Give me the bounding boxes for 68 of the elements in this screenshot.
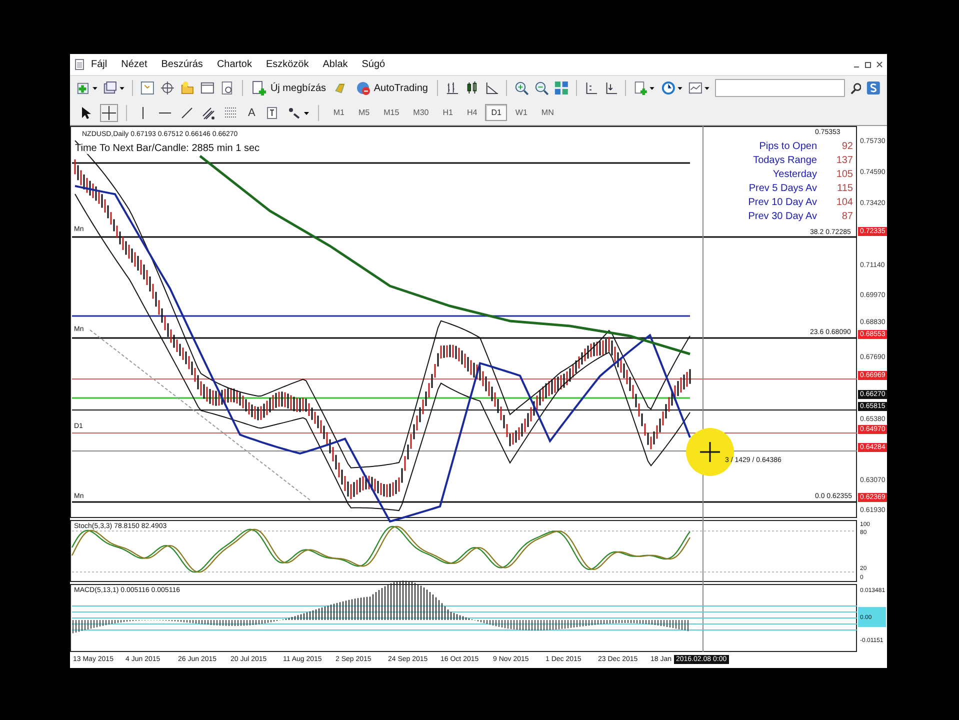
menu-item[interactable]: Ablak: [322, 59, 348, 70]
chart-shift-icon[interactable]: [584, 80, 599, 96]
timeframe-button[interactable]: W1: [509, 104, 534, 121]
stat-label: Prev 10 Day Av: [748, 196, 817, 209]
level-line[interactable]: [72, 236, 857, 238]
timeframe-button[interactable]: D1: [485, 104, 508, 121]
menu-item[interactable]: Nézet: [121, 59, 148, 70]
autoscroll-icon[interactable]: [604, 80, 618, 96]
market-watch-icon[interactable]: [140, 80, 156, 96]
level-line[interactable]: [72, 397, 690, 399]
stat-value: 137: [835, 154, 853, 167]
tile-windows-icon[interactable]: [554, 80, 569, 96]
stat-label: Prev 5 Days Av: [748, 182, 817, 195]
navigator-icon[interactable]: [160, 80, 176, 96]
timeframe-button[interactable]: H4: [460, 104, 484, 121]
stat-value: 115: [836, 182, 853, 195]
new-order-icon: [251, 80, 268, 96]
indicators-icon[interactable]: [633, 80, 656, 96]
templates-icon[interactable]: [688, 80, 710, 96]
search-icon[interactable]: [850, 82, 862, 94]
autotrading-button[interactable]: AutoTrading: [352, 79, 430, 97]
close-icon[interactable]: [876, 60, 883, 69]
text-tool[interactable]: A: [245, 106, 258, 118]
stat-label: Todays Range: [752, 154, 817, 167]
clock-icon[interactable]: [660, 80, 683, 96]
new-order-button[interactable]: Új megbízás: [249, 79, 328, 97]
new-chart-icon[interactable]: [76, 80, 98, 96]
stat-value: 87: [840, 210, 853, 223]
trendline[interactable]: [90, 330, 310, 500]
level-line[interactable]: [72, 501, 857, 503]
zoom-out-icon[interactable]: [534, 80, 549, 96]
stat-value: 105: [835, 168, 853, 181]
menu-item[interactable]: Beszúrás: [161, 59, 203, 70]
stat-label: Pips to Open: [758, 140, 817, 153]
timeframe-button[interactable]: MN: [535, 104, 560, 121]
timeframe-button[interactable]: M1: [327, 104, 350, 121]
timeframe-button[interactable]: M30: [407, 104, 435, 121]
stat-label: Prev 30 Day Av: [748, 210, 817, 223]
cursor-highlight: [686, 428, 734, 476]
autotrading-icon: [354, 80, 371, 96]
profiles-icon[interactable]: [103, 80, 126, 96]
timeframe-button[interactable]: M5: [352, 104, 376, 121]
restore-icon[interactable]: [864, 60, 872, 69]
level-line[interactable]: [72, 432, 858, 434]
level-line[interactable]: [72, 337, 857, 339]
menu-item[interactable]: Súgó: [362, 59, 386, 70]
trendline-icon[interactable]: [179, 104, 195, 120]
level-line[interactable]: [72, 450, 858, 452]
level-line[interactable]: [72, 162, 690, 164]
document-icon: [74, 58, 85, 71]
stat-label: Yesterday: [772, 168, 817, 181]
crosshair-icon[interactable]: [101, 104, 117, 120]
menu-item[interactable]: Fájl: [91, 59, 108, 70]
timeframe-button[interactable]: M15: [378, 104, 406, 121]
bar-chart-icon[interactable]: [444, 80, 460, 96]
search-field[interactable]: [715, 79, 846, 97]
timeframe-button[interactable]: H1: [436, 104, 459, 121]
stat-value: 92: [840, 140, 853, 153]
channel-icon[interactable]: [201, 104, 217, 120]
zoom-in-icon[interactable]: [514, 80, 530, 96]
countdown-timer: Time To Next Bar/Candle: 2885 min 1 sec: [75, 144, 260, 154]
terminal-window-icon[interactable]: [200, 80, 215, 96]
menu-item[interactable]: Chartok: [216, 59, 252, 70]
stat-value: 104: [835, 196, 853, 209]
line-chart-icon[interactable]: [484, 80, 500, 96]
community-icon[interactable]: [866, 80, 881, 96]
menu-item[interactable]: Eszközök: [266, 59, 309, 70]
crosshair-icon: [699, 441, 721, 463]
